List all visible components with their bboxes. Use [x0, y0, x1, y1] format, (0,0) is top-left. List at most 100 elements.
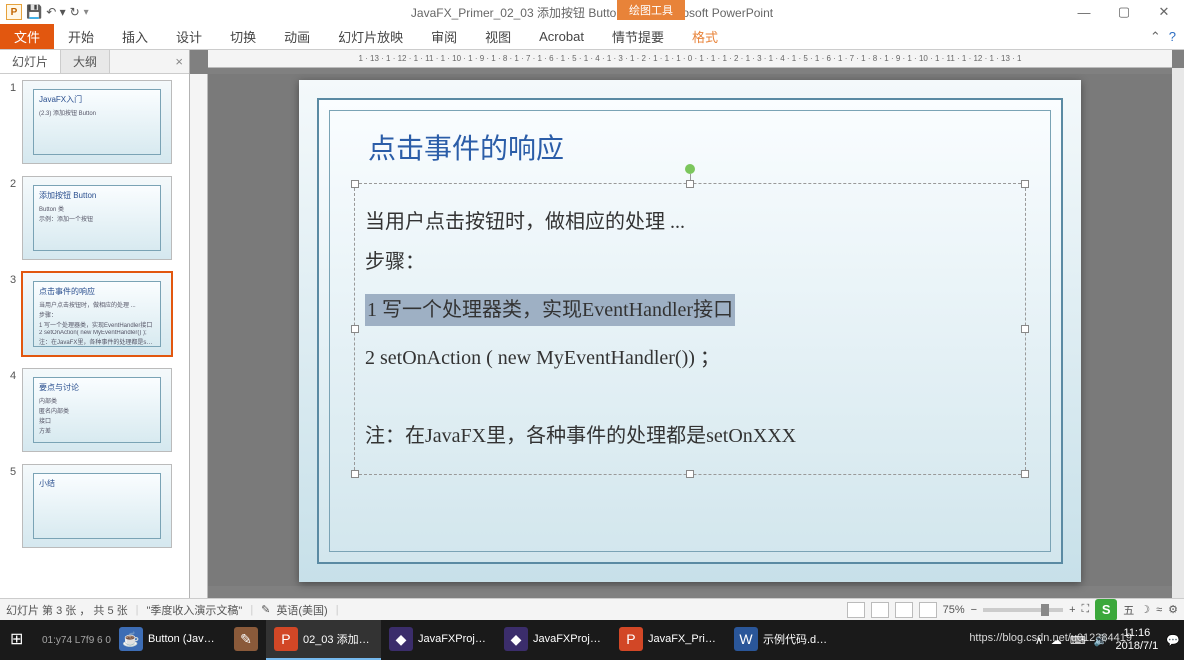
- zoom-in-icon[interactable]: +: [1069, 604, 1075, 616]
- thumb-number: 1: [4, 80, 22, 164]
- resize-handle[interactable]: [1021, 470, 1029, 478]
- maximize-button[interactable]: ▢: [1104, 0, 1144, 24]
- resize-handle[interactable]: [686, 470, 694, 478]
- slide-thumb-3[interactable]: 点击事件的响应 当用户点击按钮时，做相应的处理 ... 步骤： 1 写一个处理器…: [22, 272, 172, 356]
- file-tab[interactable]: 文件: [0, 24, 54, 49]
- vertical-scrollbar[interactable]: [1172, 68, 1184, 598]
- window-controls: — ▢ ✕: [1064, 0, 1184, 24]
- taskbar-item[interactable]: P02_03 添加按...: [266, 620, 381, 660]
- tab-slides[interactable]: 幻灯片: [0, 50, 61, 73]
- tab-design[interactable]: 设计: [162, 24, 216, 49]
- ime-badge[interactable]: S: [1095, 599, 1117, 621]
- context-tab-drawing-tools[interactable]: 绘图工具: [617, 0, 685, 20]
- taskbar-item[interactable]: ☕Button (Java...: [111, 620, 226, 660]
- zoom-thumb[interactable]: [1041, 604, 1049, 616]
- taskbar-item[interactable]: ✎: [226, 620, 266, 660]
- thumb-number: 4: [4, 368, 22, 452]
- slide-thumb-5[interactable]: 小结: [22, 464, 172, 548]
- content-line[interactable]: 注：在JavaFX里，各种事件的处理都是setOnXXX: [365, 420, 1015, 452]
- slide-canvas[interactable]: 点击事件的响应 当用户点击按钮时，做相应的处理 ... 步骤：: [208, 74, 1172, 586]
- slideshow-view-button[interactable]: [919, 602, 937, 618]
- zoom-level[interactable]: 75%: [943, 604, 965, 616]
- tab-outline[interactable]: 大纲: [61, 50, 110, 73]
- system-tray: ∧ ☁ ⌨ 🔊 11:162018/7/1 💬: [1035, 627, 1180, 653]
- thumb-number: 3: [4, 272, 22, 356]
- ribbon-tabs: 文件 开始 插入 设计 切换 动画 幻灯片放映 审阅 视图 Acrobat 情节…: [0, 24, 1184, 50]
- app-icon[interactable]: P: [6, 4, 22, 20]
- tab-storyboard[interactable]: 情节提要: [598, 24, 678, 49]
- status-bar: 幻灯片 第 3 张 ， 共 5 张 | "季度收入演示文稿" | ✎ 英语(美国…: [0, 598, 1184, 620]
- tray-chevron-icon[interactable]: ∧: [1035, 634, 1043, 647]
- tray-ime-icon[interactable]: ⌨: [1070, 634, 1086, 647]
- content-line-highlighted[interactable]: 1 写一个处理器类，实现EventHandler接口: [365, 294, 735, 326]
- resize-handle[interactable]: [686, 180, 694, 188]
- taskbar-item[interactable]: ◆JavaFXProje...: [496, 620, 611, 660]
- zoom-slider[interactable]: [983, 608, 1063, 612]
- taskbar-item[interactable]: PJavaFX_Prim...: [611, 620, 726, 660]
- spellcheck-icon[interactable]: ✎: [261, 603, 270, 616]
- start-button[interactable]: ⊞: [2, 620, 38, 660]
- resize-handle[interactable]: [1021, 325, 1029, 333]
- theme-name: "季度收入演示文稿": [147, 602, 243, 618]
- language-indicator[interactable]: 英语(美国): [276, 602, 327, 618]
- tab-slideshow[interactable]: 幻灯片放映: [324, 24, 417, 49]
- content-line[interactable]: 2 setOnAction ( new MyEventHandler()) ；: [365, 342, 1015, 374]
- close-button[interactable]: ✕: [1144, 0, 1184, 24]
- content-line[interactable]: 步骤：: [365, 246, 1015, 278]
- save-icon[interactable]: 💾: [26, 4, 42, 20]
- slides-panel: 幻灯片 大纲 × 1 JavaFX入门 (2.3) 添加按钮 Button 2 …: [0, 50, 190, 598]
- resize-handle[interactable]: [351, 180, 359, 188]
- zoom-out-icon[interactable]: −: [971, 604, 977, 616]
- resize-handle[interactable]: [351, 470, 359, 478]
- tab-view[interactable]: 视图: [471, 24, 525, 49]
- tray-cloud-icon[interactable]: ☁: [1051, 634, 1062, 647]
- ime-moon-icon[interactable]: ☽: [1140, 603, 1150, 616]
- horizontal-ruler[interactable]: 1 · 13 · 1 · 12 · 1 · 11 · 1 · 10 · 1 · …: [208, 50, 1172, 68]
- slide-thumb-1[interactable]: JavaFX入门 (2.3) 添加按钮 Button: [22, 80, 172, 164]
- title-bar: P 💾 ↶ ▾ ↻ ▾ JavaFX_Primer_02_03 添加按钮 But…: [0, 0, 1184, 24]
- vertical-ruler[interactable]: [190, 74, 208, 598]
- rotation-handle[interactable]: [685, 164, 695, 174]
- tab-format[interactable]: 格式: [678, 24, 732, 49]
- help-icon[interactable]: ?: [1169, 24, 1176, 49]
- ime-mode[interactable]: 五: [1123, 602, 1134, 618]
- redo-icon[interactable]: ↻: [70, 5, 80, 19]
- windows-taskbar: ⊞ 01:y74 L7f9 6 0 ☕Button (Java... ✎ P02…: [0, 620, 1184, 660]
- slide-editor: 1 · 13 · 1 · 12 · 1 · 11 · 1 · 10 · 1 · …: [190, 50, 1184, 598]
- workspace: 幻灯片 大纲 × 1 JavaFX入门 (2.3) 添加按钮 Button 2 …: [0, 50, 1184, 598]
- taskbar-item[interactable]: ◆JavaFXProje...: [381, 620, 496, 660]
- tab-transitions[interactable]: 切换: [216, 24, 270, 49]
- fit-window-icon[interactable]: ⛶: [1082, 603, 1090, 616]
- content-textbox[interactable]: 当用户点击按钮时，做相应的处理 ... 步骤： 1 写一个处理器类，实现Even…: [354, 183, 1026, 475]
- sorter-view-button[interactable]: [871, 602, 889, 618]
- current-slide[interactable]: 点击事件的响应 当用户点击按钮时，做相应的处理 ... 步骤：: [299, 80, 1081, 582]
- taskbar-clock[interactable]: 11:162018/7/1: [1115, 627, 1158, 653]
- tray-volume-icon[interactable]: 🔊: [1094, 634, 1108, 647]
- ribbon-collapse-icon[interactable]: ⌃: [1150, 24, 1161, 49]
- slide-thumb-4[interactable]: 要点与讨论 内部类 匿名内部类 接口 方差: [22, 368, 172, 452]
- notification-icon[interactable]: 💬: [1166, 634, 1180, 647]
- taskbar-item[interactable]: W示例代码.doc...: [726, 620, 841, 660]
- qat-customize-icon[interactable]: ▾: [84, 7, 89, 18]
- tab-review[interactable]: 审阅: [417, 24, 471, 49]
- resize-handle[interactable]: [1021, 180, 1029, 188]
- tab-acrobat[interactable]: Acrobat: [525, 24, 598, 49]
- tab-home[interactable]: 开始: [54, 24, 108, 49]
- status-right: 75% − + ⛶ S 五 ☽ ≈ ⚙: [847, 599, 1178, 621]
- tab-insert[interactable]: 插入: [108, 24, 162, 49]
- ime-settings-icon[interactable]: ⚙: [1168, 603, 1178, 616]
- slide-counter: 幻灯片 第 3 张 ， 共 5 张: [6, 602, 128, 618]
- video-overlay-text: 01:y74 L7f9 6 0: [42, 635, 111, 646]
- normal-view-button[interactable]: [847, 602, 865, 618]
- content-line[interactable]: 当用户点击按钮时，做相应的处理 ...: [365, 206, 1015, 238]
- reading-view-button[interactable]: [895, 602, 913, 618]
- close-panel-icon[interactable]: ×: [169, 54, 189, 69]
- minimize-button[interactable]: —: [1064, 0, 1104, 24]
- undo-icon[interactable]: ↶ ▾: [46, 5, 65, 19]
- resize-handle[interactable]: [351, 325, 359, 333]
- side-panel-tabs: 幻灯片 大纲 ×: [0, 50, 189, 74]
- ime-icon[interactable]: ≈: [1156, 604, 1162, 616]
- slide-title[interactable]: 点击事件的响应: [368, 127, 1026, 167]
- tab-animations[interactable]: 动画: [270, 24, 324, 49]
- slide-thumb-2[interactable]: 添加按钮 Button Button 类 示例：添加一个按钮: [22, 176, 172, 260]
